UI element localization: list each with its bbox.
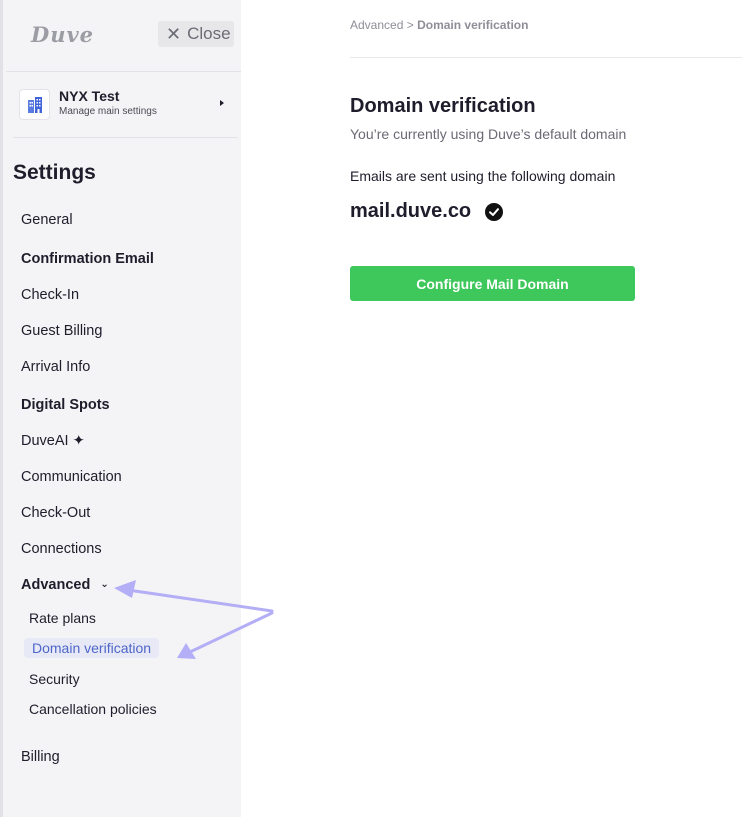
property-subtitle: Manage main settings xyxy=(59,106,157,117)
configure-mail-domain-button[interactable]: Configure Mail Domain xyxy=(350,266,635,301)
sidebar-item-communication[interactable]: Communication xyxy=(21,469,122,485)
sidebar-item-general[interactable]: General xyxy=(21,212,73,228)
sidebar-subitem-domain-verification[interactable]: Domain verification xyxy=(24,638,160,658)
sidebar-subitem-rate-plans[interactable]: Rate plans xyxy=(29,610,96,626)
sidebar-item-billing[interactable]: Billing xyxy=(21,749,60,765)
domain-name: mail.duve.co xyxy=(350,200,472,222)
building-icon xyxy=(19,89,50,120)
sidebar-item-digital-spots[interactable]: Digital Spots xyxy=(21,397,110,413)
close-label: Close xyxy=(187,24,231,43)
sidebar-item-guest-billing[interactable]: Guest Billing xyxy=(21,323,102,339)
property-selector[interactable]: NYX Test Manage main settings xyxy=(19,88,234,122)
breadcrumb-current: Domain verification xyxy=(417,18,529,32)
sidebar-item-connections[interactable]: Connections xyxy=(21,541,102,557)
page-title: Domain verification xyxy=(350,95,536,117)
divider xyxy=(6,71,241,72)
sidebar-subitem-cancellation-policies[interactable]: Cancellation policies xyxy=(29,701,157,717)
domain-info-text: Emails are sent using the following doma… xyxy=(350,168,616,184)
close-icon: ✕ xyxy=(166,23,182,44)
breadcrumb: Advanced > Domain verification xyxy=(350,18,528,32)
chevron-down-icon: ⌄ xyxy=(100,579,109,590)
sidebar-item-duveai[interactable]: DuveAI ✦ xyxy=(21,433,85,449)
sidebar: Duve ✕ Close NYX Test Manage main settin… xyxy=(0,0,241,817)
settings-title: Settings xyxy=(13,161,96,184)
breadcrumb-separator: > xyxy=(406,18,414,32)
property-name: NYX Test xyxy=(59,88,120,104)
verified-check-icon xyxy=(485,202,504,221)
page-subtitle: You’re currently using Duve’s default do… xyxy=(350,126,627,142)
breadcrumb-parent[interactable]: Advanced xyxy=(350,18,403,32)
sidebar-item-confirmation-email[interactable]: Confirmation Email xyxy=(21,251,154,267)
main-content: Advanced > Domain verification Domain ve… xyxy=(241,0,742,817)
sidebar-item-advanced[interactable]: Advanced ⌄ xyxy=(21,577,109,593)
sidebar-item-label: Advanced xyxy=(21,577,91,593)
sidebar-item-check-out[interactable]: Check-Out xyxy=(21,505,90,521)
close-button[interactable]: ✕ Close xyxy=(158,21,234,47)
duve-logo: Duve xyxy=(31,22,95,47)
sidebar-item-arrival-info[interactable]: Arrival Info xyxy=(21,359,90,375)
divider xyxy=(13,137,238,138)
domain-display: mail.duve.co xyxy=(350,200,504,223)
sidebar-item-check-in[interactable]: Check-In xyxy=(21,287,79,303)
divider xyxy=(350,57,742,58)
sidebar-subitem-security[interactable]: Security xyxy=(29,671,80,687)
caret-right-icon xyxy=(220,100,224,106)
